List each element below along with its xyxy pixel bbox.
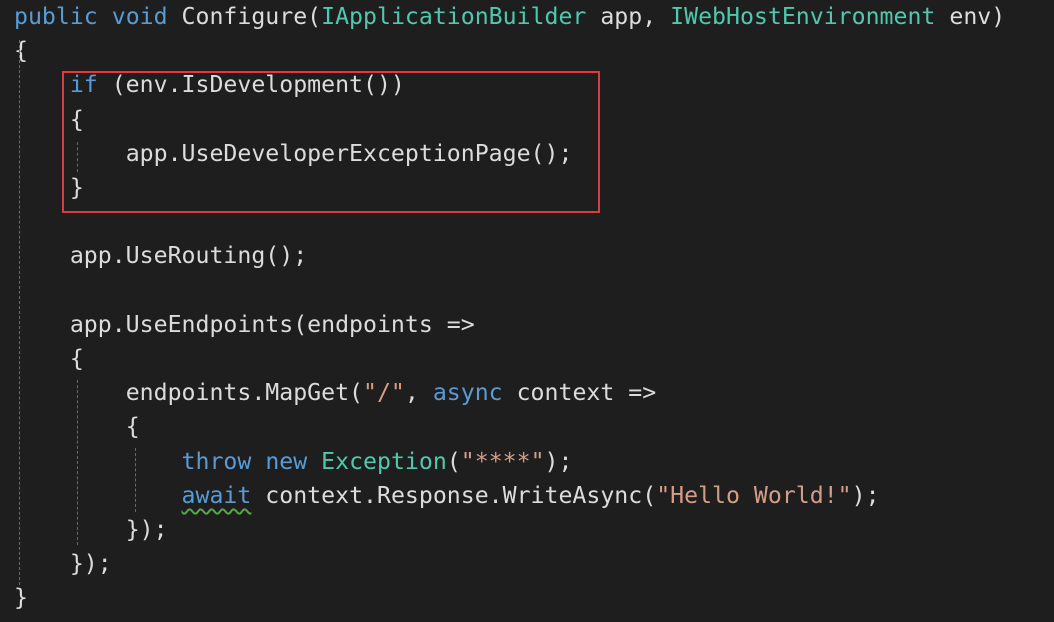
code-token: );	[544, 447, 573, 475]
code-token: {	[14, 37, 28, 65]
code-line[interactable]: });	[14, 547, 112, 581]
code-token: void	[111, 3, 168, 30]
code-token: "Hello World!"	[656, 481, 852, 509]
code-token: "****"	[460, 447, 545, 475]
code-line[interactable]: }	[14, 581, 28, 615]
indent-guide	[19, 40, 20, 585]
code-token: context.Response.WriteAsync(	[251, 481, 657, 509]
code-token: {	[69, 345, 84, 372]
code-token: Exception	[321, 447, 447, 475]
code-token: }	[14, 584, 28, 612]
code-token: async	[432, 379, 503, 407]
code-line[interactable]: app.UseEndpoints(endpoints =>	[14, 308, 475, 342]
indent-guide	[135, 448, 136, 512]
highlight-box	[62, 71, 600, 213]
code-token: IApplicationBuilder	[321, 3, 587, 30]
code-token: await	[181, 481, 252, 509]
code-line[interactable]: public void Configure(IApplicationBuilde…	[14, 0, 1005, 34]
code-token: app,	[586, 3, 671, 30]
code-line[interactable]: endpoints.MapGet("/", async context =>	[14, 376, 657, 410]
code-token: public	[14, 3, 98, 30]
code-line[interactable]: {	[14, 34, 28, 68]
code-token: {	[125, 413, 140, 441]
code-token: });	[69, 550, 112, 578]
code-token: endpoints.MapGet(	[125, 379, 364, 407]
code-line[interactable]: await context.Response.WriteAsync("Hello…	[14, 479, 880, 513]
code-line[interactable]: });	[14, 513, 168, 547]
code-token: app.UseEndpoints(endpoints =>	[69, 310, 475, 338]
code-token: });	[125, 516, 168, 543]
code-token: env)	[935, 3, 1006, 30]
code-token: );	[851, 481, 880, 509]
code-token: app.UseRouting();	[69, 242, 308, 270]
code-token: context =>	[502, 379, 657, 407]
code-token: ,	[404, 379, 433, 407]
code-line[interactable]: throw new Exception("****");	[14, 445, 573, 479]
code-token: throw	[181, 447, 252, 475]
code-line[interactable]: {	[14, 342, 84, 376]
code-token: "/"	[363, 379, 405, 407]
code-token: IWebHostEnvironment	[670, 3, 936, 30]
code-token: Configure(	[167, 3, 322, 30]
code-editor[interactable]: public void Configure(IApplicationBuilde…	[0, 0, 1054, 622]
code-token: (	[446, 447, 461, 475]
code-line[interactable]: app.UseRouting();	[14, 239, 307, 273]
code-token: new	[265, 447, 308, 475]
indent-guide	[77, 380, 78, 545]
